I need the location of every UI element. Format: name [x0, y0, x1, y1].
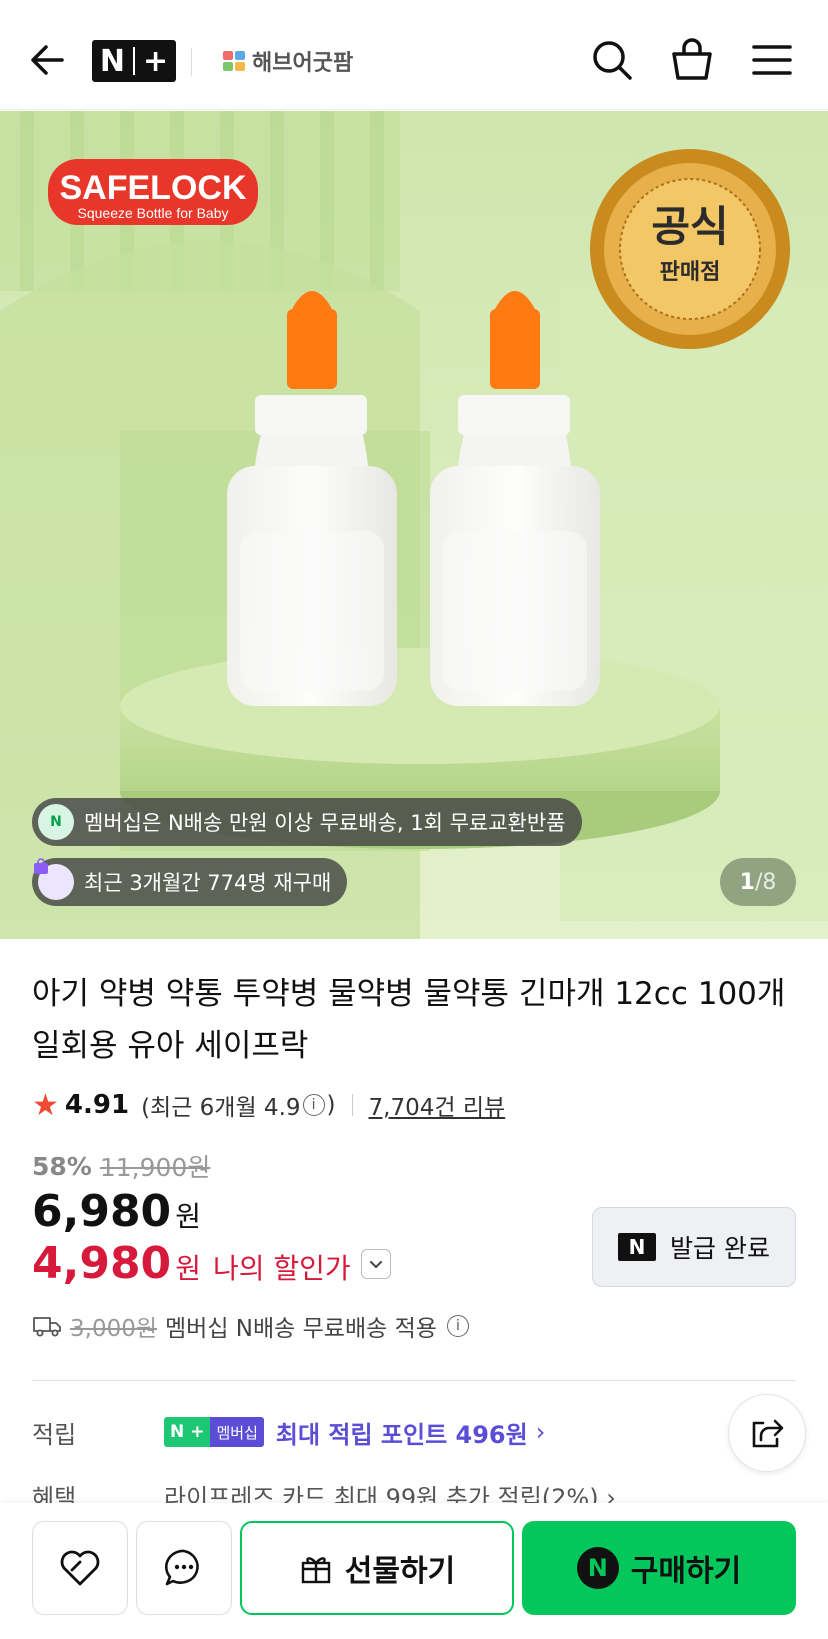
naver-pay-n-icon: N — [576, 1547, 619, 1589]
shopping-bag-icon — [34, 858, 74, 900]
store-logo-icon — [223, 51, 245, 71]
chevron-down-icon — [369, 1260, 382, 1268]
svg-text:공식: 공식 — [651, 202, 728, 251]
menu-button[interactable] — [748, 36, 796, 84]
star-icon: ★ — [32, 1087, 59, 1123]
original-price: 11,900원 — [99, 1153, 211, 1182]
badge-plus: + — [190, 1417, 211, 1447]
chevron-right-icon: › — [535, 1418, 546, 1446]
header-divider — [191, 48, 192, 76]
official-seller-seal: 공식 판매점 — [590, 149, 790, 349]
page-current: 1 — [739, 869, 755, 895]
gift-button[interactable]: 선물하기 — [240, 1521, 514, 1615]
product-image-carousel[interactable]: SAFELOCK Squeeze Bottle for Baby 공식 판매점 … — [0, 111, 828, 939]
heart-icon — [60, 1550, 100, 1586]
naver-n-icon: N — [618, 1233, 657, 1261]
my-price-label: 나의 할인가 — [212, 1252, 351, 1285]
image-page-counter: 1 /8 — [720, 858, 796, 906]
n-delivery-icon: N — [38, 804, 74, 840]
share-icon — [752, 1419, 784, 1448]
gift-label: 선물하기 — [344, 1554, 456, 1589]
shipping-row: 3,000원 멤버십 N배송 무료배송 적용 i — [32, 1308, 471, 1344]
buy-label: 구매하기 — [630, 1554, 742, 1589]
hamburger-menu-icon — [752, 45, 792, 75]
sale-price: 6,980 원 — [32, 1186, 201, 1237]
badge-n: N — [164, 1417, 191, 1447]
rating-recent-close: ) — [326, 1092, 336, 1118]
shopping-bag-icon — [672, 38, 712, 80]
repurchase-badge: 최근 3개월간 774명 재구매 — [32, 858, 348, 906]
shipping-text: 멤버십 N배송 무료배송 적용 — [165, 1316, 437, 1342]
search-button[interactable] — [588, 36, 636, 84]
rating-divider — [351, 1094, 353, 1116]
gift-icon — [301, 1557, 330, 1584]
my-price-value: 4,980 — [32, 1238, 172, 1289]
repurchase-text: 최근 3개월간 774명 재구매 — [84, 871, 332, 895]
search-icon — [593, 41, 632, 80]
info-icon[interactable]: i — [302, 1094, 325, 1116]
cart-button[interactable] — [668, 36, 716, 84]
talk-talk-button[interactable] — [136, 1521, 232, 1615]
svg-text:Squeeze Bottle for Baby: Squeeze Bottle for Baby — [78, 205, 229, 221]
product-title: 아기 약병 약통 투약병 물약병 물약통 긴마개 12cc 100개 일회용 유… — [32, 976, 786, 1064]
rating-recent: (최근 6개월 4.9 — [141, 1095, 301, 1121]
svg-text:SAFELOCK: SAFELOCK — [60, 169, 247, 207]
section-divider — [32, 1380, 796, 1381]
page-total: /8 — [754, 869, 777, 895]
chat-bubble-icon — [165, 1549, 199, 1586]
wishlist-button[interactable] — [32, 1521, 128, 1615]
truck-icon — [33, 1317, 61, 1337]
membership-shipping-text: 멤버십은 N배송 만원 이상 무료배송, 1회 무료교환반품 — [84, 811, 566, 835]
price-value: 6,980 — [32, 1186, 172, 1237]
bottom-action-bar: 선물하기 N 구매하기 — [0, 1503, 828, 1639]
my-discount-price: 4,980 원 나의 할인가 — [32, 1238, 391, 1289]
review-count-link[interactable]: 7,704건 리뷰 — [369, 1088, 506, 1122]
svg-text:판매점: 판매점 — [660, 260, 721, 285]
naver-plus-logo[interactable]: N + — [92, 40, 176, 82]
back-button[interactable] — [26, 38, 70, 82]
my-price-expand-button[interactable] — [360, 1248, 391, 1279]
badge-text: 멤버십 — [210, 1417, 264, 1447]
membership-shipping-badge: N 멤버십은 N배송 만원 이상 무료배송, 1회 무료교환반품 — [32, 798, 582, 846]
coupon-label: 발급 완료 — [670, 1234, 770, 1263]
rating-row: ★ 4.91 (최근 6개월 4.9 i ) 7,704건 리뷰 — [32, 1085, 505, 1125]
safelock-logo: SAFELOCK Squeeze Bottle for Baby — [48, 159, 258, 225]
buy-button[interactable]: N 구매하기 — [522, 1521, 796, 1615]
store-brand[interactable]: 해브어굿팜 — [222, 44, 353, 78]
points-row[interactable]: 적립 N + 멤버십 최대 적립 포인트 496원 › — [32, 1412, 545, 1452]
my-price-unit: 원 — [175, 1252, 201, 1285]
price-unit: 원 — [175, 1200, 201, 1233]
top-header: N + 해브어굿팜 — [0, 0, 828, 110]
discount-row: 58% 11,900원 — [32, 1148, 210, 1184]
shipping-original-fee: 3,000원 — [70, 1316, 158, 1342]
rating-value: 4.91 — [64, 1090, 130, 1120]
discount-rate: 58% — [32, 1151, 92, 1181]
points-text: 최대 적립 포인트 496원 — [275, 1420, 528, 1449]
points-label: 적립 — [32, 1420, 77, 1449]
share-button[interactable] — [728, 1394, 806, 1472]
arrow-left-icon — [31, 45, 64, 75]
shipping-info-icon[interactable]: i — [446, 1315, 469, 1337]
coupon-issued-button[interactable]: N 발급 완료 — [592, 1207, 796, 1287]
membership-badge: N + 멤버십 — [164, 1417, 264, 1447]
store-name: 해브어굿팜 — [252, 51, 354, 76]
